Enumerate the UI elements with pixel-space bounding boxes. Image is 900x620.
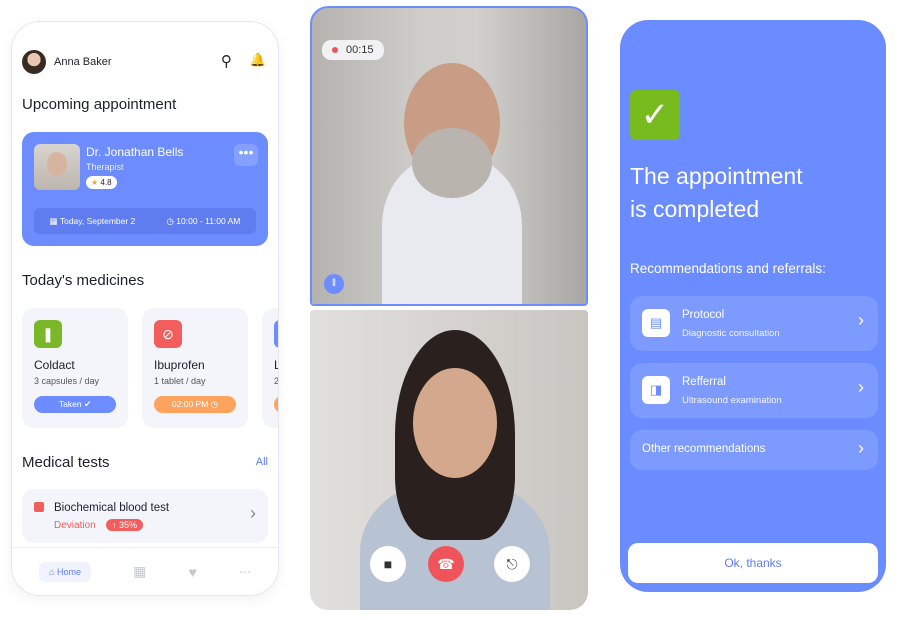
camera-off-button[interactable]: ■	[370, 546, 406, 582]
medicine-name: L	[274, 358, 278, 372]
clock-icon: ◷	[166, 215, 174, 226]
check-circle-icon: ✔	[83, 399, 92, 409]
reminder-time-button[interactable]	[274, 396, 278, 413]
recommendations-title: Recommendations and referrals:	[630, 261, 826, 276]
chevron-right-icon: ›	[250, 503, 256, 523]
appointment-date: Today, September 2	[59, 215, 136, 226]
audio-wave-icon: ‖	[324, 274, 344, 294]
appointment-completed-screen: ✓ The appointment is completed Recommenda…	[620, 20, 886, 592]
camera-off-icon: ■	[383, 556, 393, 572]
doctor-photo	[34, 144, 80, 190]
doctor-specialty: Therapist	[86, 162, 124, 172]
item-title: Protocol	[682, 309, 725, 321]
item-subtitle: Ultrasound examination	[682, 395, 782, 406]
end-call-button[interactable]: ☎	[428, 546, 464, 582]
medicines-title: Today's medicines	[22, 272, 145, 289]
rating-value: 4.8	[100, 178, 112, 187]
title-line: The appointment	[630, 163, 803, 189]
heart-icon[interactable]: ♥	[188, 564, 196, 580]
upcoming-title: Upcoming appointment	[22, 96, 177, 113]
medicine-card[interactable]: L 2	[262, 308, 278, 428]
medicine-name: Coldact	[34, 358, 75, 372]
item-subtitle: Diagnostic consultation	[682, 328, 780, 339]
appointment-time: 10:00 - 11:00 AM	[176, 215, 241, 226]
deviation-badge: ↑ 35%	[106, 519, 144, 531]
bell-icon[interactable]: 🔔	[250, 52, 266, 70]
chevron-right-icon: ›	[858, 310, 864, 330]
more-icon[interactable]: ⋯	[239, 565, 251, 579]
user-name: Anna Baker	[54, 56, 112, 68]
call-timer: 00:15	[322, 40, 384, 60]
clock-icon: ◷	[210, 399, 219, 409]
medicine-dose: 3 capsules / day	[34, 376, 100, 386]
check-icon: ✓	[630, 90, 680, 140]
protocol-item[interactable]: ▤ Protocol Diagnostic consultation ›	[630, 296, 878, 351]
mic-off-icon: ⎋	[506, 556, 518, 572]
item-title: Refferral	[682, 376, 726, 388]
nav-home-label: Home	[57, 566, 82, 577]
status-label: Taken	[58, 399, 82, 409]
mute-button[interactable]: ⎋	[494, 546, 530, 582]
video-call-screen: 00:15 ‖ ■ ☎ ⎋	[308, 6, 590, 610]
home-icon: ⌂	[49, 566, 55, 577]
bottom-nav: ⌂ Home ▦ ♥ ⋯	[12, 547, 278, 595]
rating-badge: ★ 4.8	[86, 176, 117, 189]
all-tests-link[interactable]: All	[256, 456, 268, 468]
doctor-name: Dr. Jonathan Bells	[86, 145, 184, 159]
doctor-video: 00:15 ‖	[310, 6, 588, 306]
avatar	[22, 50, 46, 74]
title-line: is completed	[630, 196, 760, 222]
tablet-icon: ⊘	[154, 320, 182, 348]
more-button[interactable]: •••	[234, 144, 258, 166]
reminder-time-button[interactable]: 02:00 PM ◷	[154, 396, 236, 413]
patient-video: ■ ☎ ⎋	[310, 310, 588, 610]
other-recommendations-item[interactable]: Other recommendations ›	[630, 430, 878, 470]
item-title: Other recommendations	[642, 443, 766, 455]
test-status: Deviation	[54, 520, 96, 531]
medicine-icon	[274, 320, 278, 348]
medicine-name: Ibuprofen	[154, 358, 205, 372]
document-arrow-icon: ◨	[642, 376, 670, 404]
chevron-right-icon: ›	[858, 438, 864, 458]
home-screen: Anna Baker ⚲ 🔔 Upcoming appointment Dr. …	[12, 22, 278, 595]
capsule-icon: ❚	[34, 320, 62, 348]
star-icon: ★	[91, 178, 99, 187]
referral-item[interactable]: ◨ Refferral Ultrasound examination ›	[630, 363, 878, 418]
appointment-time-bar: ▦ Today, September 2 ◷ 10:00 - 11:00 AM	[34, 208, 256, 234]
calendar-icon: ▦	[49, 215, 58, 226]
search-icon[interactable]: ⚲	[221, 52, 232, 70]
medicine-dose: 1 tablet / day	[154, 376, 206, 386]
chevron-right-icon: ›	[858, 377, 864, 397]
phone-hangup-icon: ☎	[437, 556, 455, 572]
tests-title: Medical tests	[22, 454, 110, 471]
status-label: 02:00 PM	[171, 399, 209, 409]
grid-icon[interactable]: ▦	[133, 563, 146, 580]
test-item[interactable]: Biochemical blood test Deviation ↑ 35% ›	[22, 489, 268, 543]
ok-thanks-button[interactable]: Ok, thanks	[628, 543, 878, 583]
medicine-dose: 2	[274, 376, 278, 386]
clipboard-icon: ▤	[642, 309, 670, 337]
medicine-card[interactable]: ⊘ Ibuprofen 1 tablet / day 02:00 PM ◷	[142, 308, 248, 428]
status-indicator	[34, 502, 44, 512]
completed-title: The appointment is completed	[630, 160, 803, 226]
user-header[interactable]: Anna Baker	[22, 50, 111, 74]
nav-home[interactable]: ⌂ Home	[39, 561, 92, 582]
appointment-card[interactable]: Dr. Jonathan Bells Therapist ★ 4.8 ••• ▦…	[22, 132, 268, 246]
medicine-card[interactable]: ❚ Coldact 3 capsules / day Taken ✔	[22, 308, 128, 428]
taken-button[interactable]: Taken ✔	[34, 396, 116, 413]
test-name: Biochemical blood test	[54, 502, 170, 514]
